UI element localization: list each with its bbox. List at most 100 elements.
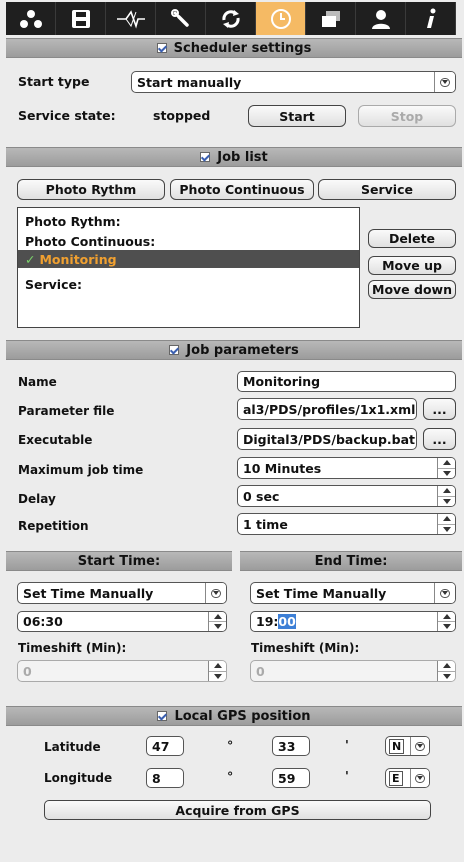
longitude-minutes-field[interactable]: 59	[272, 768, 310, 788]
latitude-degrees-field[interactable]: 47	[146, 736, 184, 756]
latitude-minutes-field[interactable]: 33	[272, 736, 310, 756]
end-time-minutes-selected: 00	[278, 614, 296, 629]
spin-up-icon[interactable]	[438, 661, 455, 671]
degree-symbol: °	[227, 738, 234, 753]
info-button[interactable]	[406, 2, 456, 35]
longitude-degrees-field[interactable]: 8	[146, 768, 184, 788]
save-button[interactable]	[56, 2, 106, 35]
chevron-down-icon[interactable]	[410, 769, 429, 787]
add-service-button[interactable]: Service	[318, 179, 456, 200]
latitude-direction-value: N	[389, 738, 405, 754]
start-time-mode-select[interactable]: Set Time Manually	[17, 582, 227, 604]
repetition-stepper[interactable]: 1 time	[237, 513, 456, 535]
longitude-direction-value: E	[389, 770, 403, 786]
name-field[interactable]: Monitoring	[237, 371, 456, 392]
job-parameters-checkbox[interactable]	[169, 345, 180, 355]
job-parameters-header[interactable]: Job parameters	[6, 340, 462, 360]
start-type-select[interactable]: Start manually	[131, 71, 456, 93]
gps-checkbox[interactable]	[157, 711, 168, 721]
job-list-header[interactable]: Job list	[6, 147, 462, 167]
latitude-direction-select[interactable]: N	[385, 736, 430, 756]
start-type-label: Start type	[18, 74, 90, 89]
end-timeshift-label: Timeshift (Min):	[251, 641, 360, 655]
longitude-label: Longitude	[44, 771, 113, 785]
start-timeshift-label: Timeshift (Min):	[18, 641, 127, 655]
start-timeshift-stepper[interactable]: 0	[17, 660, 227, 682]
info-icon	[426, 8, 435, 28]
delete-button[interactable]: Delete	[368, 229, 456, 248]
job-list[interactable]: Photo Rythm: Photo Continuous: ✓ Monitor…	[17, 207, 360, 328]
move-up-button[interactable]: Move up	[368, 256, 456, 275]
spin-up-icon[interactable]	[209, 661, 226, 671]
user-button[interactable]	[356, 2, 406, 35]
move-down-button[interactable]: Move down	[368, 280, 456, 299]
list-item[interactable]: Photo Rythm:	[18, 212, 359, 230]
end-time-header: End Time:	[240, 551, 462, 571]
chevron-down-icon[interactable]	[434, 583, 455, 603]
user-icon	[371, 9, 390, 29]
refresh-button[interactable]	[206, 2, 256, 35]
chevron-down-icon[interactable]	[205, 583, 226, 603]
browse-executable-button[interactable]: ...	[423, 428, 456, 450]
repetition-value: 1 time	[243, 516, 288, 532]
browse-parameter-file-button[interactable]: ...	[423, 398, 456, 420]
parameter-file-field[interactable]: al3/PDS/profiles/1x1.xml	[237, 398, 417, 420]
name-label: Name	[18, 375, 57, 389]
list-item[interactable]: Photo Continuous:	[18, 232, 359, 250]
windows-button[interactable]	[306, 2, 356, 35]
list-item-label: Monitoring	[39, 251, 117, 267]
latitude-label: Latitude	[44, 740, 101, 754]
executable-label: Executable	[18, 433, 93, 447]
spin-up-icon[interactable]	[438, 458, 455, 468]
spin-down-icon[interactable]	[209, 621, 226, 631]
start-button[interactable]: Start	[248, 105, 346, 127]
end-time-mode-select[interactable]: Set Time Manually	[250, 582, 456, 604]
chevron-down-icon[interactable]	[410, 737, 429, 755]
waveform-button[interactable]	[106, 2, 156, 35]
delay-stepper[interactable]: 0 sec	[237, 485, 456, 507]
start-time-header: Start Time:	[6, 551, 232, 571]
tools-button[interactable]	[156, 2, 206, 35]
scheduler-settings-title: Scheduler settings	[173, 40, 312, 56]
end-timeshift-stepper[interactable]: 0	[250, 660, 456, 682]
scheduler-settings-header[interactable]: Scheduler settings	[6, 38, 462, 58]
end-time-mode-value: Set Time Manually	[256, 585, 387, 601]
scheduler-button[interactable]	[256, 2, 306, 35]
spin-up-icon[interactable]	[438, 612, 455, 621]
delay-label: Delay	[18, 492, 56, 506]
longitude-direction-select[interactable]: E	[385, 768, 430, 788]
minute-symbol: '	[345, 737, 349, 752]
spin-down-icon[interactable]	[438, 495, 455, 507]
end-time-field[interactable]: 19: 00	[250, 611, 456, 632]
add-photo-rythm-button[interactable]: Photo Rythm	[17, 179, 165, 200]
gps-title: Local GPS position	[174, 708, 311, 724]
parameter-file-value: al3/PDS/profiles/1x1.xml	[243, 401, 416, 417]
end-time-title: End Time:	[314, 553, 388, 569]
spin-up-icon[interactable]	[438, 514, 455, 524]
start-time-field[interactable]: 06:30	[17, 611, 227, 632]
executable-field[interactable]: Digital3/PDS/backup.bat	[237, 428, 417, 450]
acquire-from-gps-button[interactable]: Acquire from GPS	[44, 800, 431, 820]
job-list-checkbox[interactable]	[200, 152, 211, 162]
start-timeshift-value: 0	[23, 663, 32, 679]
max-job-time-label: Maximum job time	[18, 463, 144, 477]
gps-header[interactable]: Local GPS position	[6, 706, 462, 726]
spin-down-icon[interactable]	[438, 670, 455, 682]
chevron-down-icon[interactable]	[434, 72, 455, 92]
max-job-time-stepper[interactable]: 10 Minutes	[237, 457, 456, 479]
spin-up-icon[interactable]	[209, 612, 226, 621]
name-value: Monitoring	[243, 374, 321, 389]
spin-down-icon[interactable]	[438, 621, 455, 631]
list-item[interactable]: Service:	[18, 275, 359, 293]
start-time-value: 06:30	[23, 614, 63, 629]
network-button[interactable]	[6, 2, 56, 35]
spin-down-icon[interactable]	[438, 467, 455, 479]
stop-button[interactable]: Stop	[358, 105, 456, 127]
spin-down-icon[interactable]	[209, 670, 226, 682]
list-item-selected[interactable]: ✓ Monitoring	[18, 250, 359, 268]
add-photo-continuous-button[interactable]: Photo Continuous	[170, 179, 314, 200]
scheduler-settings-checkbox[interactable]	[156, 43, 167, 53]
spin-up-icon[interactable]	[438, 486, 455, 496]
network-icon	[19, 9, 42, 28]
spin-down-icon[interactable]	[438, 523, 455, 535]
